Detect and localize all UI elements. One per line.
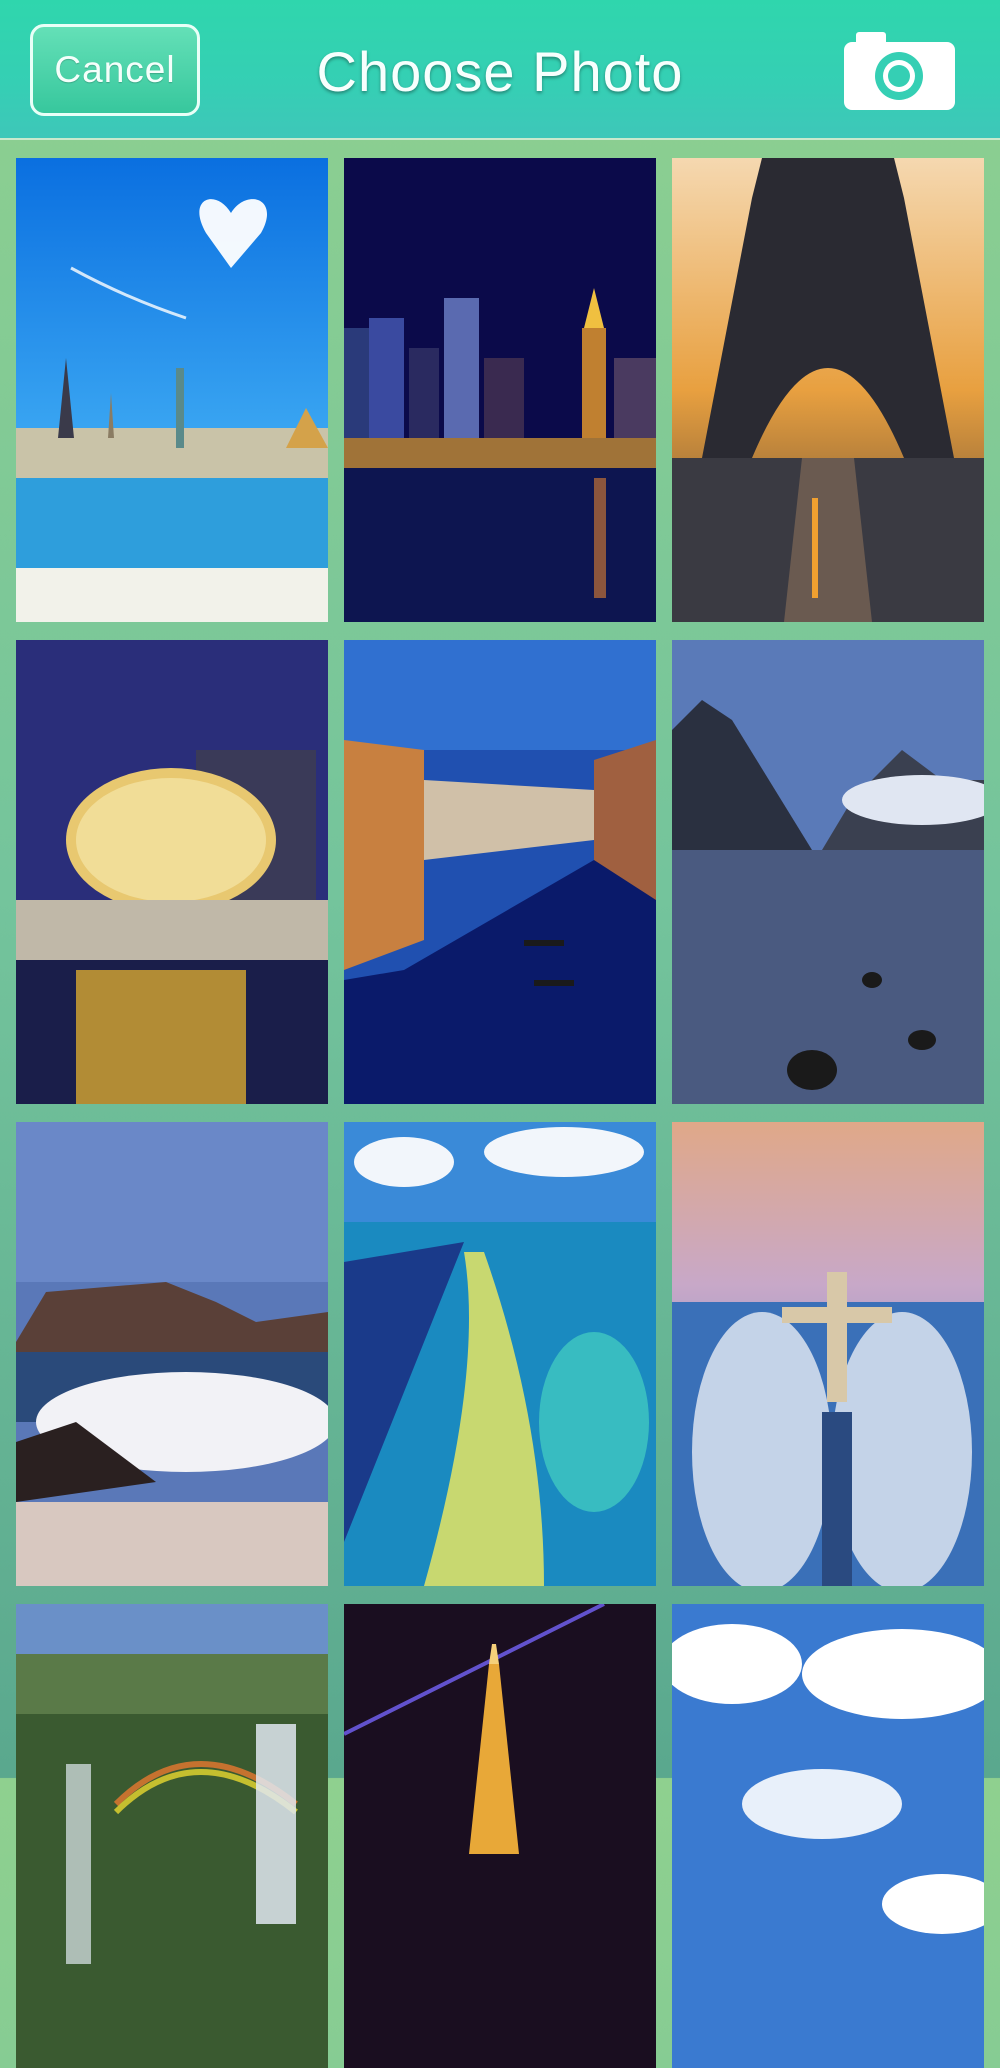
top-bar: Cancel Choose Photo	[0, 0, 1000, 138]
photo-clouds-sky[interactable]	[672, 1604, 984, 2068]
photo-christ-redeemer-aerial[interactable]	[672, 1122, 984, 1586]
cancel-button[interactable]: Cancel	[30, 24, 200, 116]
photo-grid	[0, 138, 1000, 2068]
photo-city-skyline-night[interactable]	[344, 158, 656, 622]
photo-mountain-lake[interactable]	[672, 640, 984, 1104]
photo-coral-reef-aerial[interactable]	[344, 1122, 656, 1586]
photo-eiffel-tower-night[interactable]	[344, 1604, 656, 2068]
photo-world-landmarks-beach[interactable]	[16, 158, 328, 622]
photo-geodesic-dome-night[interactable]	[16, 640, 328, 1104]
photo-eiffel-tower-street[interactable]	[672, 158, 984, 622]
camera-button[interactable]	[842, 28, 957, 112]
page-title: Choose Photo	[316, 39, 684, 103]
photo-waterfall-rainbow[interactable]	[16, 1604, 328, 2068]
photo-venice-grand-canal[interactable]	[344, 640, 656, 1104]
camera-icon	[844, 32, 955, 110]
photo-table-mountain-waves[interactable]	[16, 1122, 328, 1586]
